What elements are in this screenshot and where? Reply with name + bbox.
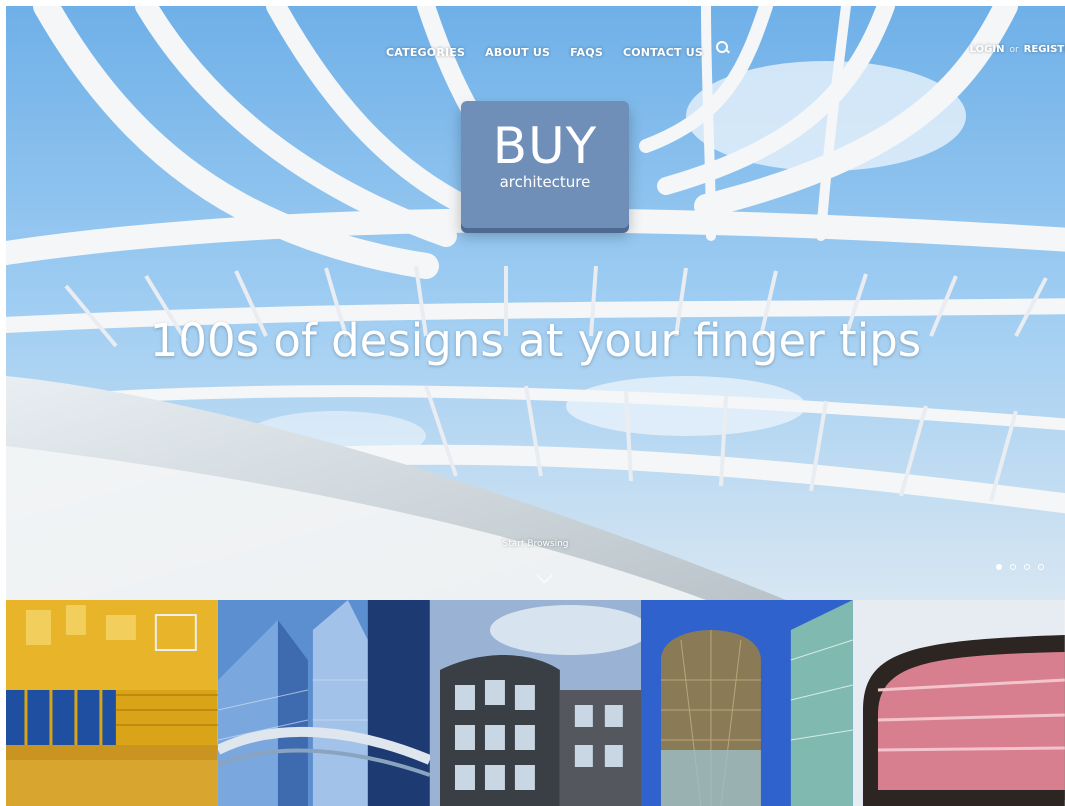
- hero-background-image: [6, 6, 1065, 600]
- start-browsing-link[interactable]: Start Browsing: [6, 539, 1065, 549]
- register-link[interactable]: REGISTE: [1024, 44, 1065, 55]
- slide-dot[interactable]: [1010, 564, 1016, 570]
- nav-faqs[interactable]: FAQS: [570, 46, 603, 59]
- auth-or: or: [1009, 44, 1019, 55]
- search-icon[interactable]: [715, 40, 731, 56]
- site-logo[interactable]: BUY architecture: [461, 101, 629, 228]
- slide-dot[interactable]: [1038, 564, 1044, 570]
- login-link[interactable]: LOGIN: [970, 44, 1005, 55]
- main-nav: CATEGORIES ABOUT US FAQS CONTACT US: [386, 41, 731, 60]
- thumbnail-glass-towers[interactable]: [217, 600, 430, 806]
- logo-subtitle: architecture: [499, 173, 591, 191]
- nav-about-us[interactable]: ABOUT US: [485, 46, 550, 59]
- category-thumbnails: [6, 600, 1065, 806]
- hero-headline: 100s of designs at your finger tips: [149, 314, 922, 367]
- hero-banner: CATEGORIES ABOUT US FAQS CONTACT US LOGI…: [6, 6, 1065, 600]
- nav-contact-us[interactable]: CONTACT US: [623, 46, 703, 59]
- thumbnail-gym-interior[interactable]: [6, 600, 218, 806]
- slide-dot[interactable]: [996, 564, 1002, 570]
- thumbnail-dome-building[interactable]: [641, 600, 854, 806]
- auth-links: LOGIN or REGISTE: [970, 44, 1065, 55]
- slide-dot[interactable]: [1024, 564, 1030, 570]
- slide-indicators: [996, 564, 1044, 570]
- thumbnail-curved-building[interactable]: [853, 600, 1065, 806]
- thumbnail-glass-building[interactable]: [429, 600, 642, 806]
- nav-categories[interactable]: CATEGORIES: [386, 46, 465, 59]
- logo-title: BUY: [492, 117, 598, 175]
